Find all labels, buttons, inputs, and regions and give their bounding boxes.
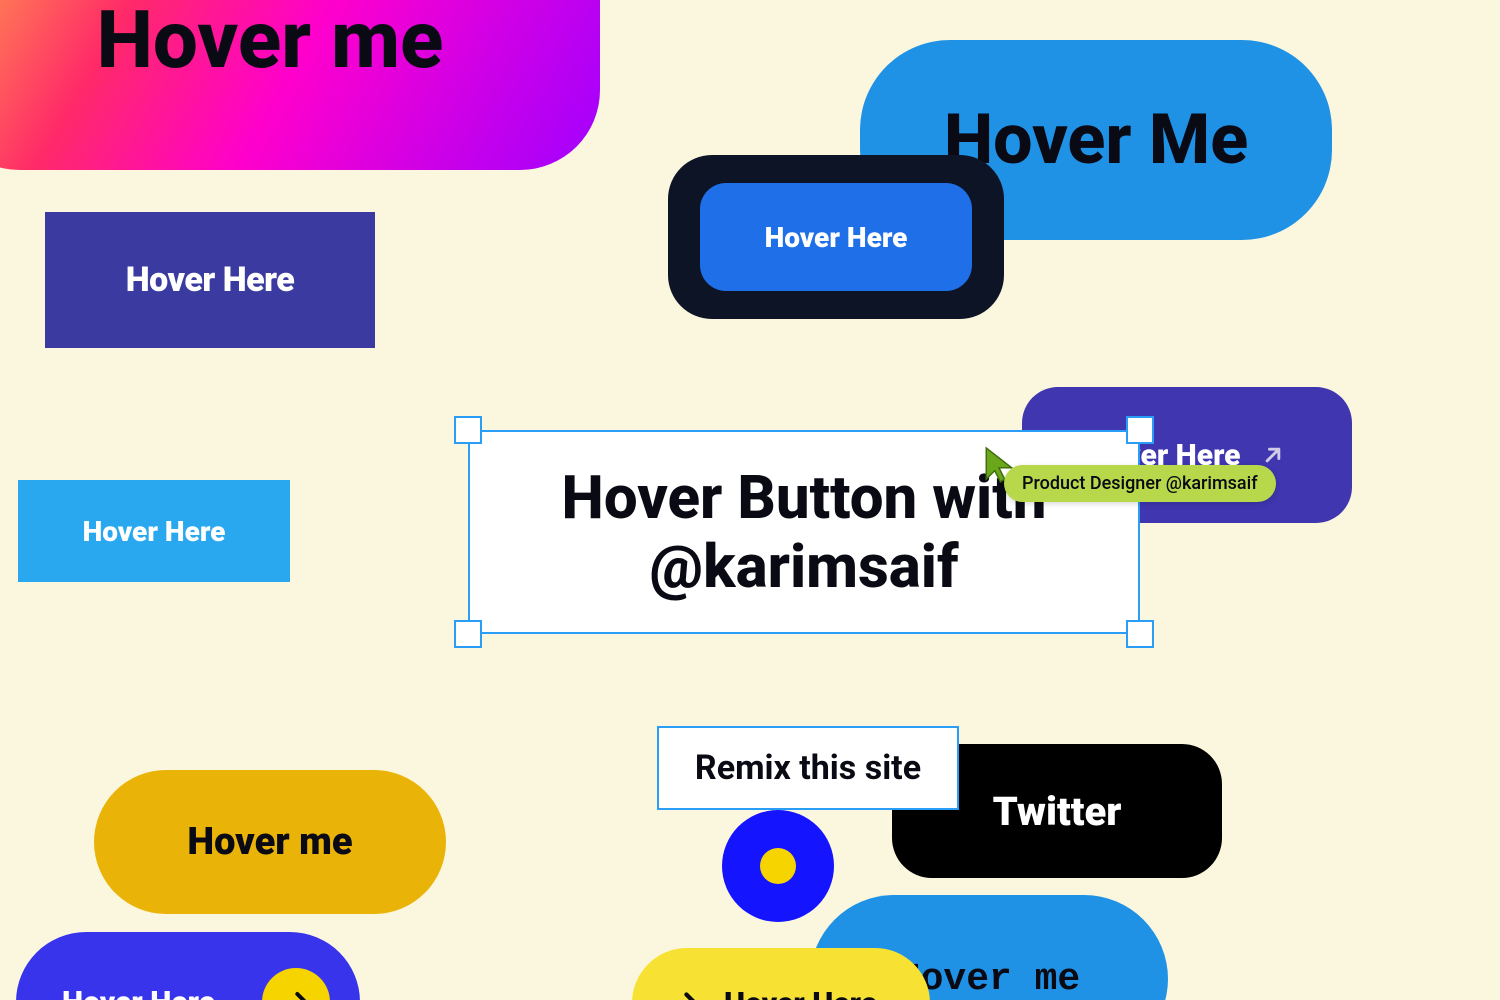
arrow-right-icon <box>668 986 702 1000</box>
lightblue-label: Hover Here <box>83 515 226 548</box>
yellow-pill-label: Hover me <box>187 820 352 864</box>
gradient-hover-button[interactable]: Hover me <box>0 0 600 170</box>
indigo-rect-button[interactable]: Hover Here <box>45 212 375 348</box>
selection-handle-bl[interactable] <box>454 620 482 648</box>
title-selected-frame[interactable]: Hover Button with @karimsaif <box>468 430 1140 634</box>
indigo-pill-arrow-button[interactable]: Hover Here <box>16 932 360 1000</box>
record-dot-inner <box>760 848 796 884</box>
yellow-arrow-button[interactable]: Hover Here <box>632 948 930 1000</box>
selection-handle-tr[interactable] <box>1126 416 1154 444</box>
nested-blue-button-inner[interactable]: Hover Here <box>700 183 972 291</box>
nested-button-label: Hover Here <box>765 221 908 254</box>
nested-dark-button-outer[interactable]: Hover Here <box>668 155 1004 319</box>
lightblue-button[interactable]: Hover Here <box>18 480 290 582</box>
record-dot-button[interactable] <box>722 810 834 922</box>
indigo-rect-label: Hover Here <box>126 260 295 300</box>
remix-link-box[interactable]: Remix this site <box>657 726 959 810</box>
collaborator-label: Product Designer @karimsaif <box>1004 465 1276 502</box>
collaborator-label-text: Product Designer @karimsaif <box>1022 473 1258 494</box>
yellow-arrow-label: Hover Here <box>724 986 877 1000</box>
twitter-label: Twitter <box>993 788 1122 835</box>
indigo-pill-label: Hover Here <box>62 985 215 1000</box>
selection-handle-br[interactable] <box>1126 620 1154 648</box>
remix-link-label: Remix this site <box>695 748 921 788</box>
circle-arrow-icon <box>262 968 330 1000</box>
yellow-pill-button[interactable]: Hover me <box>94 770 446 914</box>
gradient-hover-label: Hover me <box>97 0 444 87</box>
canvas: Hover me Hover Me Hover Here Hover Here … <box>0 0 1500 1000</box>
selection-handle-tl[interactable] <box>454 416 482 444</box>
